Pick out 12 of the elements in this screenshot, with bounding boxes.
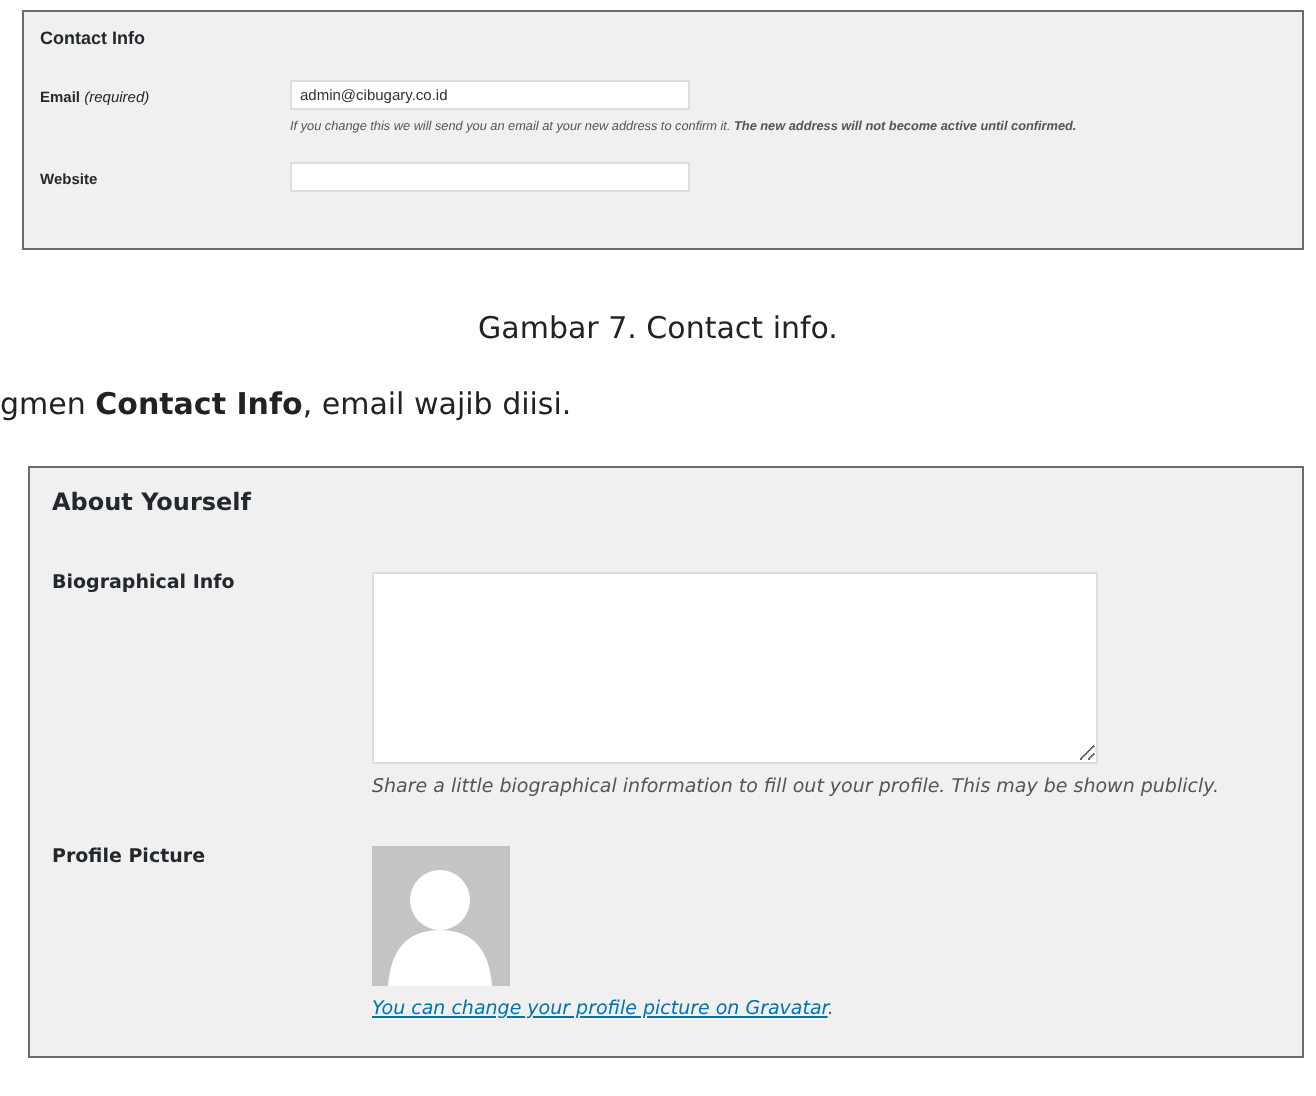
input-field[interactable] [290,162,690,192]
section-title: Contact Info [40,28,147,48]
figure-caption: Gambar 7. Contact info. [478,310,838,346]
punctuation: . [827,998,834,1020]
biography-field[interactable] [372,572,1098,764]
field-label: Profile Picture [52,846,206,868]
paragraph: gmen Contact Info, email wajib diisi. [0,386,572,422]
field-hint: Share a little biographical information to fill out your profile. This may be shown publicly. [372,776,1219,798]
avatar-icon [372,846,510,986]
section-title: About Yourself [52,488,254,516]
gravatar-link[interactable]: You can change your profile picture on Gravatar [372,998,828,1020]
field-label: Biographical Info [52,572,235,594]
